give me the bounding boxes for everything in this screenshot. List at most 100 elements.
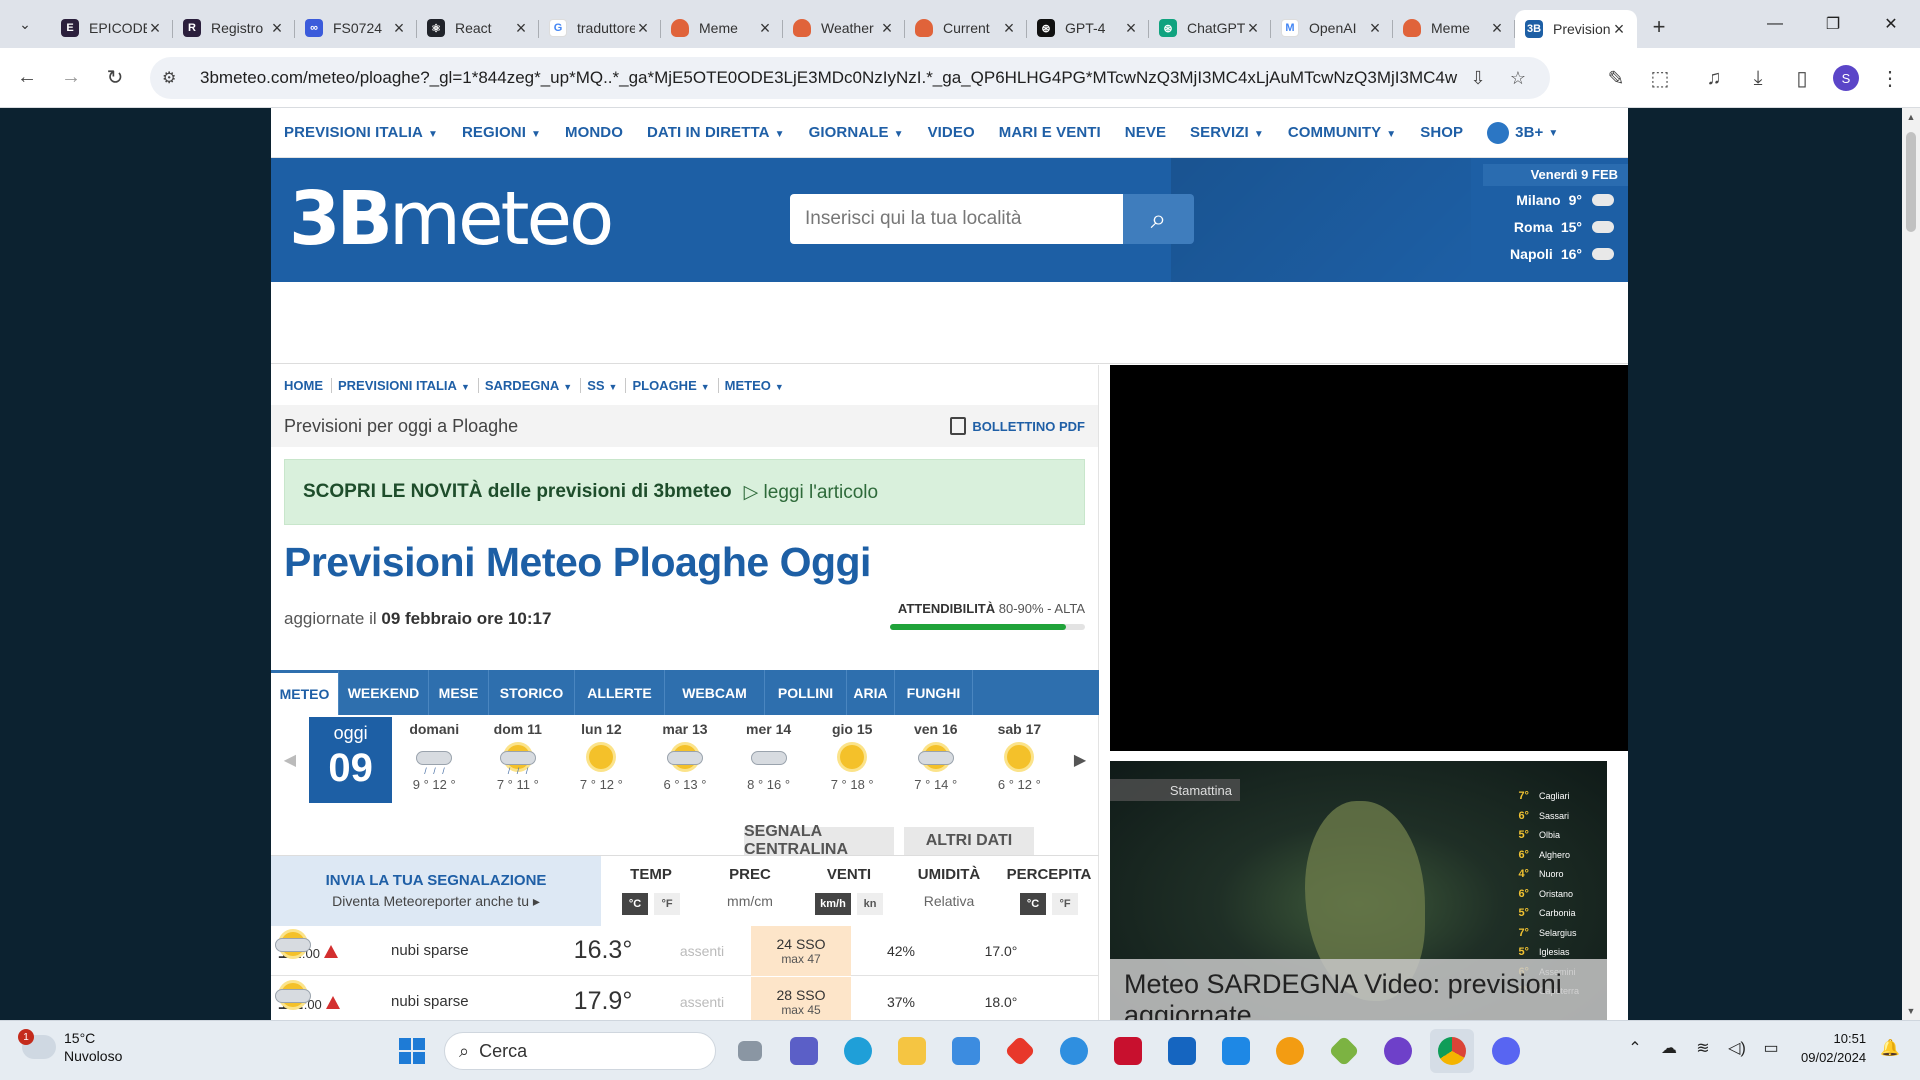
tab-close-icon[interactable]: × xyxy=(147,18,163,39)
header-city[interactable]: Napoli 16° xyxy=(1483,240,1628,267)
reload-button[interactable]: ↻ xyxy=(95,58,135,98)
taskbar-search[interactable]: ⌕ Cerca xyxy=(444,1032,716,1070)
nav-item[interactable]: MONDO xyxy=(565,124,623,141)
git-app-button[interactable] xyxy=(1322,1029,1366,1073)
location-search-input[interactable] xyxy=(790,194,1123,244)
forecast-tab[interactable]: FUNGHI xyxy=(895,670,973,715)
next-day-arrow[interactable]: ▶ xyxy=(1061,750,1099,770)
new-tab-button[interactable]: + xyxy=(1643,11,1675,43)
onedrive-icon[interactable]: ☁ xyxy=(1655,1038,1683,1058)
forecast-tab[interactable]: METEO xyxy=(271,670,339,715)
vscode-button[interactable] xyxy=(1214,1029,1258,1073)
day-today[interactable]: oggi 09 xyxy=(308,717,393,803)
help-button[interactable] xyxy=(1052,1029,1096,1073)
hour-row[interactable]: 11:00nubi sparse16.3°assenti24 SSOmax 47… xyxy=(271,925,1099,976)
browser-tab[interactable]: E EPICODE × xyxy=(51,10,173,46)
back-button[interactable]: ← xyxy=(7,58,47,98)
nav-item[interactable]: MARI E VENTI xyxy=(999,124,1101,141)
nav-item[interactable]: COMMUNITY ▼ xyxy=(1288,124,1396,141)
header-city[interactable]: Milano 9° xyxy=(1483,186,1628,213)
prev-day-arrow[interactable]: ◀ xyxy=(271,750,309,770)
other-data-tab[interactable]: ALTRI DATI xyxy=(904,827,1034,855)
chevron-up-icon[interactable]: ⌃ xyxy=(1621,1038,1649,1058)
day-forecast[interactable]: mar 13 6 ° 13 ° xyxy=(643,715,727,805)
url-text[interactable]: 3bmeteo.com/meteo/ploaghe?_gl=1*844zeg*_… xyxy=(188,68,1458,88)
warning-icon[interactable] xyxy=(325,995,340,1009)
nav-item[interactable]: VIDEO xyxy=(928,124,975,141)
tab-search-button[interactable]: ⌄ xyxy=(9,8,41,40)
video-caption[interactable]: Meteo SARDEGNA Video: previsioni aggiorn… xyxy=(1110,959,1607,1020)
nav-item[interactable]: SHOP xyxy=(1420,124,1463,141)
weather-widget[interactable]: 1 15°C Nuvoloso xyxy=(18,1029,122,1065)
day-forecast[interactable]: domani / / /9 ° 12 ° xyxy=(392,715,476,805)
media-control-icon[interactable]: ♫ xyxy=(1692,58,1736,98)
browser-tab[interactable]: ⊛ ChatGPT × xyxy=(1149,10,1271,46)
install-icon[interactable]: ⇩ xyxy=(1458,68,1498,89)
browser-tab[interactable]: ⊛ GPT-4 × xyxy=(1027,10,1149,46)
nav-item[interactable]: SERVIZI ▼ xyxy=(1190,124,1264,141)
tab-close-icon[interactable]: × xyxy=(879,18,895,39)
battery-icon[interactable]: ▭ xyxy=(1757,1038,1785,1058)
video-player[interactable] xyxy=(1110,365,1628,751)
browser-tab[interactable]: Weather × xyxy=(783,10,905,46)
clock[interactable]: 10:51 09/02/2024 xyxy=(1801,1029,1866,1067)
browser-tab[interactable]: Gtraduttore × xyxy=(539,10,661,46)
store-button[interactable] xyxy=(944,1029,988,1073)
day-forecast[interactable]: lun 12 7 ° 12 ° xyxy=(560,715,644,805)
header-city[interactable]: Roma 15° xyxy=(1483,213,1628,240)
day-forecast[interactable]: gio 15 7 ° 18 ° xyxy=(810,715,894,805)
forecast-tab[interactable]: STORICO xyxy=(489,670,575,715)
app-red-button[interactable] xyxy=(998,1029,1042,1073)
nav-item[interactable]: REGIONI ▼ xyxy=(462,124,541,141)
nav-item[interactable]: PREVISIONI ITALIA ▼ xyxy=(284,124,438,141)
warning-icon[interactable] xyxy=(324,944,338,958)
perc-fahrenheit-toggle[interactable]: °F xyxy=(1052,893,1078,915)
teams-button[interactable] xyxy=(782,1029,826,1073)
browser-tab[interactable]: ∞ FS0724 × xyxy=(295,10,417,46)
report-station-tab[interactable]: SEGNALA CENTRALINA xyxy=(744,823,894,858)
forecast-tab[interactable]: ARIA xyxy=(847,670,895,715)
discord-button[interactable] xyxy=(1484,1029,1528,1073)
browser-tab[interactable]: Meme × xyxy=(661,10,783,46)
profile-button[interactable]: S xyxy=(1824,58,1868,98)
forecast-tab[interactable]: POLLINI xyxy=(765,670,847,715)
kmh-toggle[interactable]: km/h xyxy=(815,893,851,915)
tab-close-icon[interactable]: × xyxy=(757,18,773,39)
notification-bell-icon[interactable]: 🔔 xyxy=(1880,1038,1900,1058)
promo-link[interactable]: ▷ leggi l'articolo xyxy=(744,481,878,504)
knots-toggle[interactable]: kn xyxy=(857,893,883,915)
site-logo[interactable]: 3Bmeteo xyxy=(289,182,614,256)
forecast-tab[interactable]: MESE xyxy=(429,670,489,715)
tab-close-icon[interactable]: × xyxy=(269,18,285,39)
nav-item[interactable]: NEVE xyxy=(1125,124,1166,141)
chrome-button[interactable] xyxy=(1430,1029,1474,1073)
minimize-button[interactable]: — xyxy=(1746,0,1804,48)
browser-tab[interactable]: ⚛ React × xyxy=(417,10,539,46)
tab-close-icon[interactable]: × xyxy=(1367,18,1383,39)
day-forecast[interactable]: sab 17 6 ° 12 ° xyxy=(978,715,1062,805)
nav-item[interactable]: GIORNALE ▼ xyxy=(809,124,904,141)
browser-tab[interactable]: M OpenAI × xyxy=(1271,10,1393,46)
perc-celsius-toggle[interactable]: °C xyxy=(1020,893,1046,915)
fl-studio-button[interactable] xyxy=(1268,1029,1312,1073)
tab-close-icon[interactable]: × xyxy=(1001,18,1017,39)
day-forecast[interactable]: ven 16 7 ° 14 ° xyxy=(894,715,978,805)
breadcrumb-item[interactable]: METEO ▼ xyxy=(725,378,792,393)
breadcrumb-item[interactable]: PREVISIONI ITALIA ▼ xyxy=(338,377,479,393)
nav-item[interactable]: DATI IN DIRETTA ▼ xyxy=(647,124,785,141)
forecast-tab[interactable]: WEBCAM xyxy=(665,670,765,715)
breadcrumb-item[interactable]: SARDEGNA ▼ xyxy=(485,377,582,393)
tab-close-icon[interactable]: × xyxy=(513,18,529,39)
forecast-tab[interactable]: WEEKEND xyxy=(339,670,429,715)
address-bar[interactable]: ⚙ 3bmeteo.com/meteo/ploaghe?_gl=1*844zeg… xyxy=(150,57,1550,99)
page-scrollbar[interactable]: ▲ ▼ xyxy=(1902,108,1920,1020)
scrollbar-thumb[interactable] xyxy=(1906,132,1916,232)
extensions-icon[interactable]: ⬚ xyxy=(1638,58,1682,98)
browser-tab[interactable]: 3B Previsioni × xyxy=(1515,10,1637,48)
tab-close-icon[interactable]: × xyxy=(1611,19,1627,40)
tab-close-icon[interactable]: × xyxy=(1489,18,1505,39)
tab-close-icon[interactable]: × xyxy=(1245,18,1261,39)
tab-close-icon[interactable]: × xyxy=(391,18,407,39)
day-forecast[interactable]: mer 14 8 ° 16 ° xyxy=(727,715,811,805)
chrome-menu-icon[interactable]: ⋮ xyxy=(1868,58,1912,98)
